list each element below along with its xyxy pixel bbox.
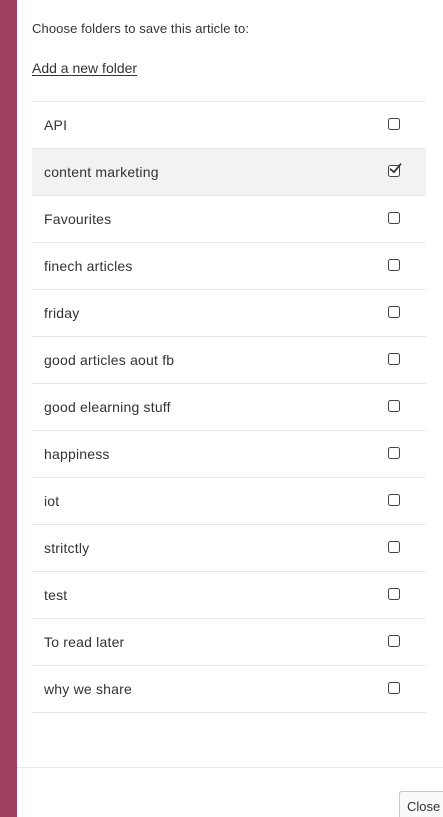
checkmark-icon: [389, 163, 402, 174]
folder-name: good elearning stuff: [44, 399, 171, 415]
checkbox-icon[interactable]: [388, 682, 400, 694]
checkbox-icon[interactable]: [388, 447, 400, 459]
checkbox-icon[interactable]: [388, 494, 400, 506]
folder-row-friday[interactable]: friday: [32, 290, 426, 337]
save-to-folders-dialog: Choose folders to save this article to: …: [17, 0, 443, 817]
checkmark-icon: [388, 538, 402, 552]
checkbox-icon[interactable]: [388, 259, 400, 271]
checkbox-icon[interactable]: [388, 163, 402, 177]
checkbox-icon[interactable]: [388, 541, 400, 553]
checkmark-icon: [388, 209, 402, 223]
page-background: { "dialog": { "prompt": "Choose folders …: [0, 0, 443, 817]
checkmark-icon: [388, 444, 402, 458]
folder-name: content marketing: [44, 164, 159, 180]
checkbox-icon[interactable]: [388, 118, 400, 130]
folder-row-stritctly[interactable]: stritctly: [32, 525, 426, 572]
checkbox-icon[interactable]: [388, 212, 400, 224]
folder-row-good-articles-aout-fb[interactable]: good articles aout fb: [32, 337, 426, 384]
folder-row-good-elearning-stuff[interactable]: good elearning stuff: [32, 384, 426, 431]
checkmark-icon: [388, 256, 402, 270]
folder-name: To read later: [44, 634, 125, 650]
checkbox-icon[interactable]: [388, 353, 400, 365]
folder-name: API: [44, 117, 68, 133]
folder-name: stritctly: [44, 540, 90, 556]
checkmark-icon: [388, 679, 402, 693]
folder-name: why we share: [44, 681, 132, 697]
folder-row-test[interactable]: test: [32, 572, 426, 619]
folder-row-happiness[interactable]: happiness: [32, 431, 426, 478]
dialog-prompt: Choose folders to save this article to:: [32, 21, 250, 36]
folder-row-favourites[interactable]: Favourites: [32, 196, 426, 243]
folder-row-api[interactable]: API: [32, 102, 426, 149]
checkmark-icon: [388, 303, 402, 317]
folder-name: happiness: [44, 446, 110, 462]
dialog-footer: Close: [17, 767, 443, 817]
dialog-body: Choose folders to save this article to: …: [17, 0, 443, 767]
checkmark-icon: [388, 350, 402, 364]
folder-row-content-marketing[interactable]: content marketing: [32, 149, 426, 196]
close-button[interactable]: Close: [399, 791, 443, 817]
folder-name: finech articles: [44, 258, 133, 274]
checkmark-icon: [388, 632, 402, 646]
checkbox-icon[interactable]: [388, 588, 400, 600]
checkmark-icon: [388, 397, 402, 411]
folder-name: test: [44, 587, 68, 603]
checkmark-icon: [388, 491, 402, 505]
folder-row-why-we-share[interactable]: why we share: [32, 666, 426, 713]
checkbox-icon[interactable]: [388, 306, 400, 318]
folder-name: iot: [44, 493, 60, 509]
folder-row-finech-articles[interactable]: finech articles: [32, 243, 426, 290]
folder-row-to-read-later[interactable]: To read later: [32, 619, 426, 666]
folder-list: API content marketing Favourites finech …: [32, 101, 426, 713]
folder-name: good articles aout fb: [44, 352, 175, 368]
checkbox-icon[interactable]: [388, 400, 400, 412]
folder-name: friday: [44, 305, 80, 321]
folder-row-iot[interactable]: iot: [32, 478, 426, 525]
add-new-folder-link[interactable]: Add a new folder: [32, 60, 137, 76]
folder-name: Favourites: [44, 211, 112, 227]
checkmark-icon: [388, 585, 402, 599]
checkbox-icon[interactable]: [388, 635, 400, 647]
checkmark-icon: [388, 115, 402, 129]
